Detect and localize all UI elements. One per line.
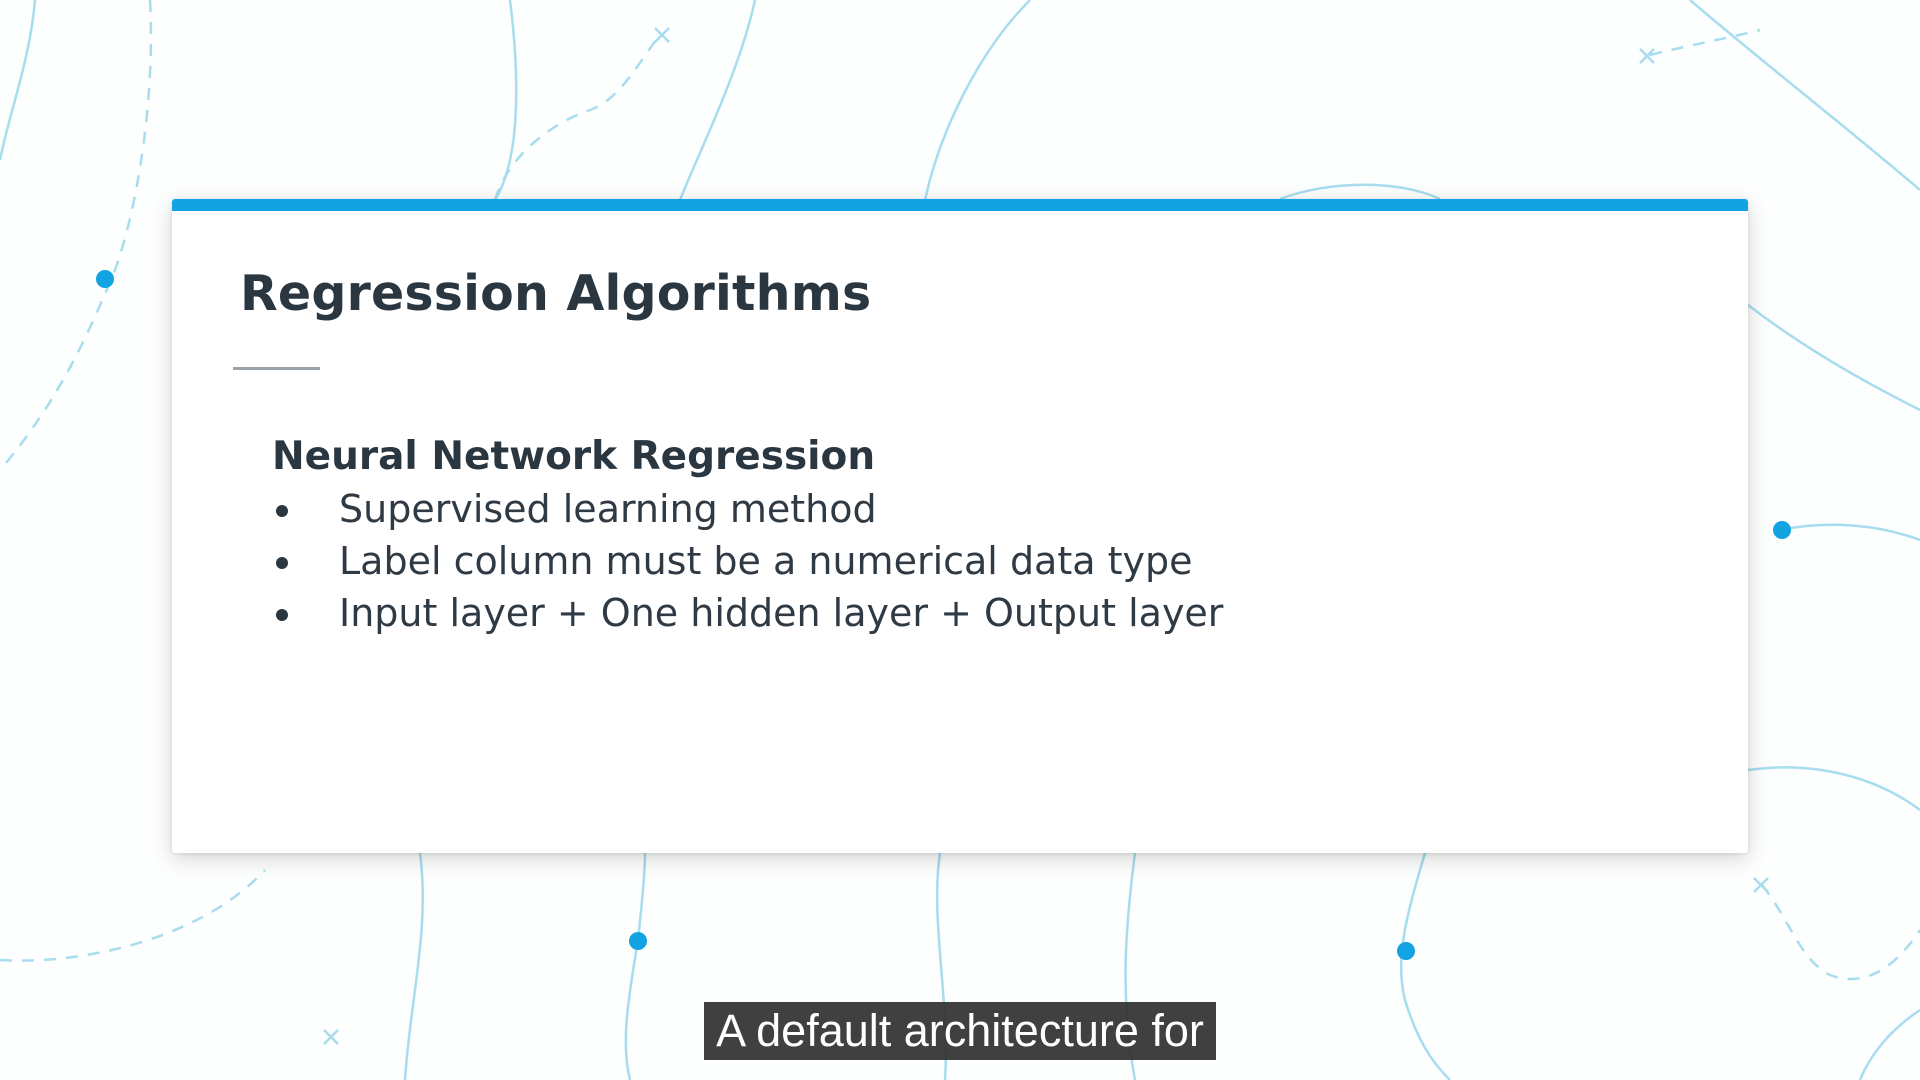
section-heading: Neural Network Regression (272, 434, 876, 479)
background-line (0, 0, 37, 161)
slide-content: Neural Network Regression Supervised lea… (272, 431, 1472, 639)
bullet-text: Label column must be a numerical data ty… (339, 539, 1193, 583)
background-line (493, 0, 518, 201)
subtitle-caption: A default architecture for (704, 1002, 1216, 1060)
bullet-dot-icon (276, 557, 288, 569)
card-accent-bar (172, 199, 1748, 211)
background-line (493, 34, 661, 201)
node-dot (629, 932, 647, 950)
node-dot (96, 270, 114, 288)
subtitle-bar: A default architecture for (0, 1002, 1920, 1060)
background-line (1747, 766, 1920, 812)
background-line (0, 869, 266, 962)
background-line (1649, 28, 1761, 57)
background-line (1689, 0, 1920, 191)
background-line (1779, 523, 1920, 542)
slide-title: Regression Algorithms (240, 265, 872, 322)
bullet-item: Input layer + One hidden layer + Output … (272, 587, 1472, 639)
background-line (1747, 304, 1920, 412)
background-line (678, 0, 757, 201)
background-line (1279, 183, 1441, 201)
background-line (923, 0, 1031, 201)
bullet-item: Label column must be a numerical data ty… (272, 535, 1472, 587)
title-divider (233, 367, 320, 370)
bullet-dot-icon (276, 505, 288, 517)
bullet-text: Input layer + One hidden layer + Output … (339, 591, 1224, 635)
bullet-list: Supervised learning method Label column … (272, 483, 1472, 639)
cross-mark (1753, 877, 1769, 893)
bullet-text: Supervised learning method (339, 487, 877, 531)
video-frame: Regression Algorithms Neural Network Reg… (0, 0, 1920, 1080)
cross-mark (654, 27, 670, 43)
cross-mark (1639, 48, 1655, 64)
bullet-dot-icon (276, 609, 288, 621)
slide-card: Regression Algorithms Neural Network Reg… (172, 199, 1748, 853)
bullet-item: Supervised learning method (272, 483, 1472, 535)
node-dot (1397, 942, 1415, 960)
node-dot (1773, 521, 1791, 539)
background-line (1761, 884, 1920, 981)
